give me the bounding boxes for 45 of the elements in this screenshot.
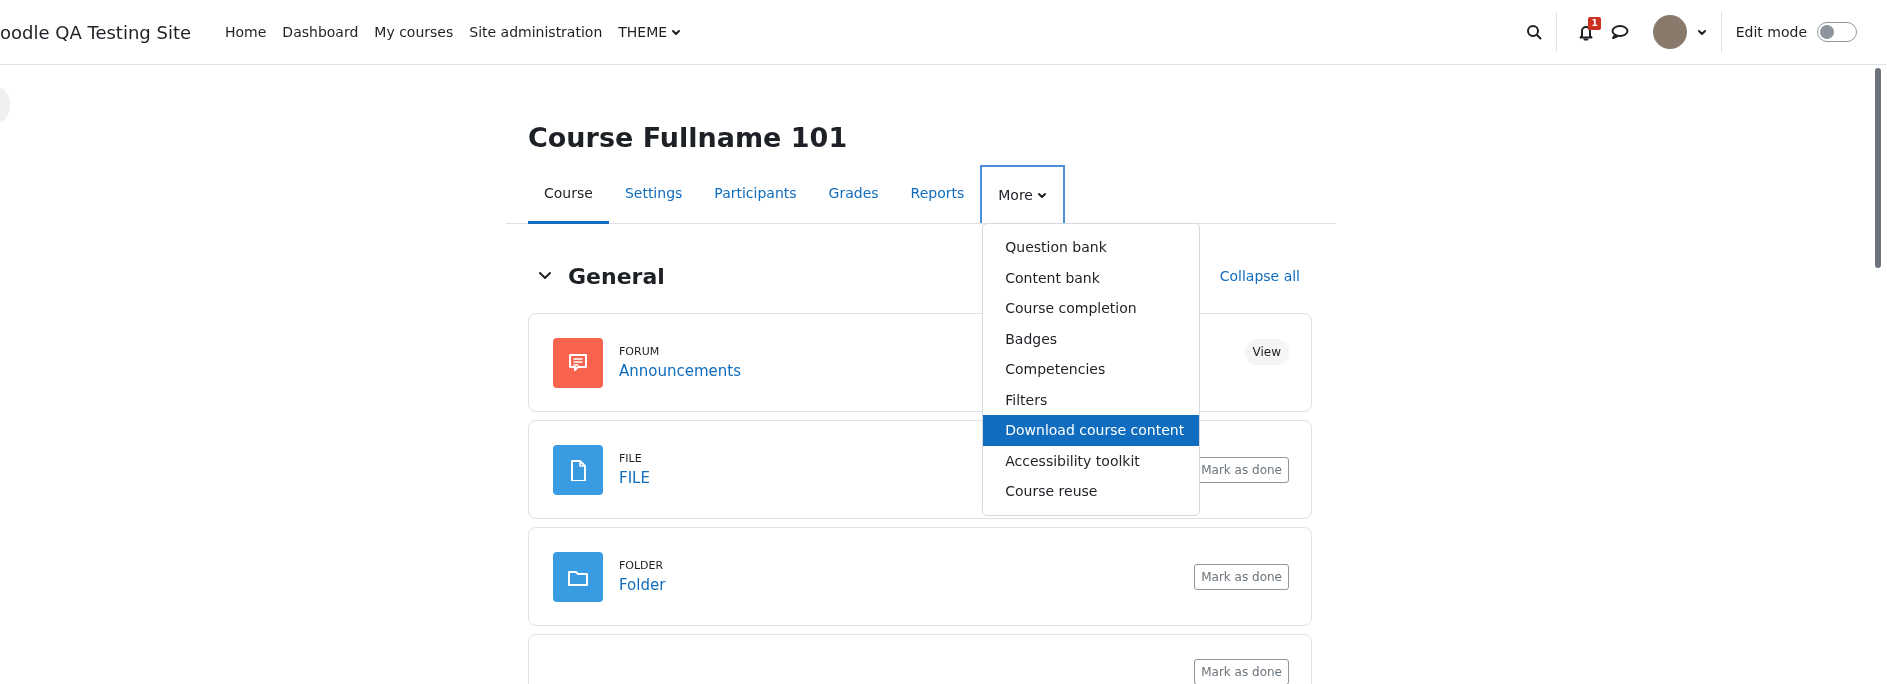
nav-link[interactable]: Home bbox=[217, 24, 275, 40]
collapse-all-link[interactable]: Collapse all bbox=[1213, 267, 1306, 285]
view-button[interactable]: View bbox=[1244, 338, 1289, 365]
caret-icon bbox=[1696, 27, 1707, 37]
avatar[interactable] bbox=[1652, 15, 1687, 49]
menu-item[interactable]: Content bank bbox=[983, 262, 1200, 293]
section-title[interactable]: General bbox=[568, 263, 665, 289]
menu-item[interactable]: Filters bbox=[983, 384, 1200, 415]
nav-link[interactable]: THEME bbox=[610, 24, 690, 40]
search-button[interactable] bbox=[1525, 24, 1542, 40]
course-tab[interactable]: Settings bbox=[608, 165, 699, 224]
notification-count: 1 bbox=[1588, 17, 1601, 30]
menu-item[interactable]: Course completion bbox=[983, 293, 1200, 324]
course-tab[interactable]: Reports bbox=[894, 165, 981, 224]
course-tab[interactable]: Grades bbox=[812, 165, 895, 224]
chevron-icon[interactable] bbox=[538, 271, 552, 281]
activity-type: FOLDER bbox=[619, 559, 665, 572]
notifications-button[interactable]: 1 bbox=[1570, 17, 1601, 47]
nav-link[interactable]: My courses bbox=[366, 24, 462, 40]
mark-as-done-button[interactable]: Mark as done bbox=[1194, 563, 1289, 590]
scrollbar[interactable] bbox=[1875, 68, 1881, 268]
nav-link[interactable]: Site administration bbox=[461, 24, 611, 40]
activity-link[interactable]: Announcements bbox=[619, 362, 741, 380]
edit-mode-toggle[interactable] bbox=[1817, 22, 1857, 42]
search-icon bbox=[1525, 24, 1542, 40]
menu-item[interactable]: Question bank bbox=[983, 232, 1200, 263]
speech-bubble-icon bbox=[1610, 24, 1629, 40]
activity-type: FILE bbox=[619, 452, 643, 465]
course-title: Course Fullname 101 bbox=[528, 121, 849, 155]
menu-item[interactable]: Download course content bbox=[983, 415, 1200, 446]
course-tab[interactable]: Course bbox=[528, 165, 609, 224]
speech-bubble-icon bbox=[566, 351, 590, 374]
edit-mode-label: Edit mode bbox=[1735, 24, 1807, 40]
caret-icon bbox=[671, 27, 682, 37]
menu-item[interactable]: Competencies bbox=[983, 354, 1200, 385]
nav-link[interactable]: Dashboard bbox=[274, 24, 367, 40]
activity-link[interactable]: Folder bbox=[619, 576, 666, 594]
activity-link[interactable]: FILE bbox=[619, 469, 650, 487]
menu-item[interactable]: Badges bbox=[983, 323, 1200, 354]
messages-button[interactable] bbox=[1610, 24, 1629, 40]
caret-icon bbox=[1036, 190, 1047, 200]
mark-as-done-button[interactable]: Mark as done bbox=[1194, 659, 1289, 684]
course-tab[interactable]: Participants bbox=[698, 165, 813, 224]
site-name[interactable]: oodle QA Testing Site bbox=[0, 21, 191, 43]
activity-type: FORUM bbox=[619, 345, 661, 358]
